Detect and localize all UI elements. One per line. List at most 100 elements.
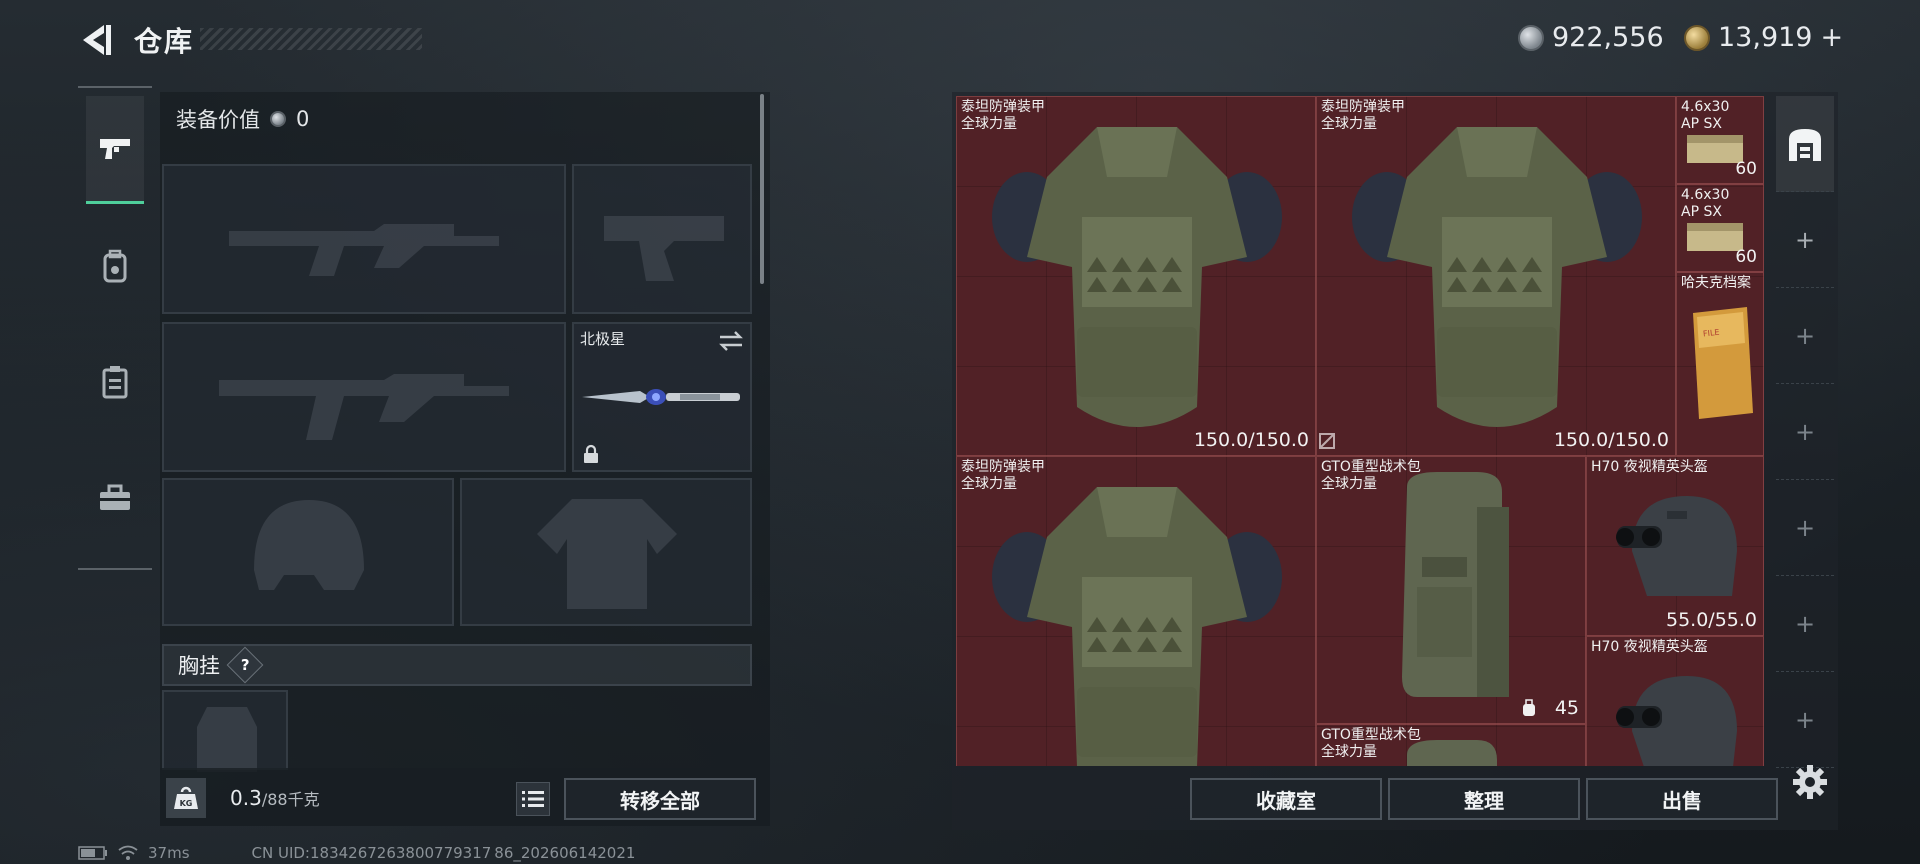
plus-icon: + bbox=[1794, 225, 1816, 254]
back-arrow-icon[interactable] bbox=[78, 22, 114, 58]
sort-button[interactable]: 整理 bbox=[1388, 778, 1580, 820]
gold-amount: 13,919 bbox=[1718, 22, 1813, 53]
tab-weapons[interactable] bbox=[86, 96, 144, 204]
armor-silhouette-icon bbox=[537, 499, 677, 609]
warehouse-icon bbox=[1789, 128, 1821, 161]
weight-readout: 0.3/88千克 bbox=[230, 786, 320, 810]
equipment-value: 装备价值 0 bbox=[176, 104, 309, 134]
vest-silhouette-icon bbox=[197, 707, 257, 772]
stash-item[interactable]: 哈夫克档案 FILE bbox=[1676, 272, 1764, 456]
gold-currency[interactable]: 13,919 + bbox=[1684, 22, 1843, 53]
transfer-all-button[interactable]: 转移全部 bbox=[564, 778, 756, 820]
plus-icon: + bbox=[1794, 513, 1816, 542]
clipboard-icon bbox=[102, 366, 128, 399]
lock-icon bbox=[584, 444, 598, 463]
item-subname: 全球力量 bbox=[1321, 476, 1377, 492]
plus-icon: + bbox=[1794, 321, 1816, 350]
item-count: 60 bbox=[1735, 159, 1757, 179]
battery-icon bbox=[78, 846, 107, 860]
backpack-capacity-icon bbox=[1523, 699, 1535, 716]
locked-stash-page: + bbox=[1776, 288, 1834, 384]
backpack-icon bbox=[1407, 740, 1497, 766]
backpack-icon bbox=[1402, 472, 1509, 697]
ping-readout: 37ms bbox=[148, 844, 190, 862]
gear-icon[interactable] bbox=[1792, 764, 1828, 800]
help-icon[interactable]: ? bbox=[226, 646, 264, 684]
silver-coin-icon bbox=[1518, 24, 1544, 51]
add-stash-page-button[interactable]: + bbox=[1776, 192, 1834, 288]
stash-page-rail: + + + + + + bbox=[1776, 96, 1834, 768]
plus-icon: + bbox=[1794, 705, 1816, 734]
stash-item[interactable]: 泰坦防弹装甲 全球力量 150.0/150.0 bbox=[1316, 96, 1676, 456]
primary-weapon-slot-1[interactable] bbox=[162, 164, 566, 314]
silver-coin-icon bbox=[270, 111, 286, 127]
melee-item-name: 北极星 bbox=[580, 330, 626, 348]
helmet-slot[interactable] bbox=[162, 478, 454, 626]
tab-backpack[interactable] bbox=[86, 212, 144, 320]
item-capacity: 45 bbox=[1554, 697, 1579, 719]
item-name: 4.6x30 bbox=[1681, 99, 1730, 115]
chest-rig-label: 胸挂 bbox=[178, 654, 220, 678]
item-name: H70 夜视精英头盔 bbox=[1591, 639, 1708, 655]
body-armor-icon bbox=[1352, 127, 1642, 427]
equipment-scrollbar[interactable] bbox=[760, 94, 764, 284]
item-count: 60 bbox=[1735, 247, 1757, 267]
page-title: 仓库 bbox=[134, 25, 195, 58]
item-durability: 150.0/150.0 bbox=[1553, 429, 1669, 451]
list-view-button[interactable] bbox=[516, 782, 550, 816]
title-decoration bbox=[200, 28, 422, 50]
gold-coin-icon bbox=[1684, 24, 1710, 51]
equipment-value-label: 装备价值 bbox=[176, 108, 260, 132]
item-subname: AP SX bbox=[1681, 116, 1722, 132]
stash-item[interactable]: 4.6x30 AP SX 60 bbox=[1676, 184, 1764, 272]
uid-readout: CN UID:1834267263800779317 86_2026061420… bbox=[251, 844, 636, 862]
document-folder-icon: FILE bbox=[1693, 307, 1753, 419]
status-bar: 37ms CN UID:1834267263800779317 86_20260… bbox=[78, 844, 635, 862]
body-armor-slot[interactable] bbox=[460, 478, 752, 626]
stash-item[interactable]: GTO重型战术包 全球力量 45 bbox=[1316, 456, 1586, 724]
plus-icon: + bbox=[1794, 609, 1816, 638]
rifle-silhouette-icon bbox=[229, 224, 499, 276]
primary-weapon-slot-2[interactable] bbox=[162, 322, 566, 472]
item-subname: AP SX bbox=[1681, 204, 1722, 220]
weight-max: /88千克 bbox=[261, 790, 320, 809]
stash-item[interactable]: 泰坦防弹装甲 全球力量 bbox=[956, 456, 1316, 766]
item-name: H70 夜视精英头盔 bbox=[1591, 459, 1708, 475]
add-currency-icon[interactable]: + bbox=[1820, 22, 1843, 53]
locked-stash-page: + bbox=[1776, 384, 1834, 480]
swap-icon[interactable] bbox=[718, 330, 744, 352]
locked-stash-page: + bbox=[1776, 672, 1834, 768]
tab-toolbox[interactable] bbox=[86, 444, 144, 552]
item-name: 4.6x30 bbox=[1681, 187, 1730, 203]
stash-item[interactable]: 泰坦防弹装甲 全球力量 150.0/150.0 bbox=[956, 96, 1316, 456]
helmet-icon bbox=[1616, 676, 1737, 766]
sell-button[interactable]: 出售 bbox=[1586, 778, 1778, 820]
toolbox-icon bbox=[100, 484, 130, 510]
collection-room-button[interactable]: 收藏室 bbox=[1190, 778, 1382, 820]
chest-rig-slot[interactable] bbox=[162, 690, 288, 772]
wifi-icon bbox=[118, 845, 138, 860]
item-durability: 55.0/55.0 bbox=[1665, 609, 1757, 631]
category-tabs bbox=[78, 86, 152, 570]
pistol-icon bbox=[100, 138, 130, 159]
locked-stash-page: + bbox=[1776, 576, 1834, 672]
item-subname: 全球力量 bbox=[1321, 744, 1377, 760]
sidearm-slot[interactable] bbox=[572, 164, 752, 314]
melee-slot[interactable]: 北极星 bbox=[572, 322, 752, 472]
pistol-silhouette-icon bbox=[604, 216, 724, 281]
helmet-silhouette-icon bbox=[254, 500, 364, 590]
backpack-icon bbox=[103, 249, 127, 283]
tab-clipboard[interactable] bbox=[86, 328, 144, 436]
knife-icon bbox=[582, 389, 740, 405]
body-armor-icon bbox=[992, 127, 1282, 427]
body-armor-icon bbox=[992, 487, 1282, 766]
stash-item[interactable]: H70 夜视精英头盔 55.0/55.0 bbox=[1586, 456, 1764, 636]
stash-item[interactable]: GTO重型战术包 全球力量 bbox=[1316, 724, 1586, 766]
weight-current: 0.3 bbox=[230, 786, 262, 810]
locked-stash-page: + bbox=[1776, 480, 1834, 576]
plus-icon: + bbox=[1794, 417, 1816, 446]
stash-item[interactable]: 4.6x30 AP SX 60 bbox=[1676, 96, 1764, 184]
stash-page-main[interactable] bbox=[1776, 96, 1834, 192]
stash-item[interactable]: H70 夜视精英头盔 bbox=[1586, 636, 1764, 766]
item-name: 哈夫克档案 bbox=[1681, 275, 1751, 291]
